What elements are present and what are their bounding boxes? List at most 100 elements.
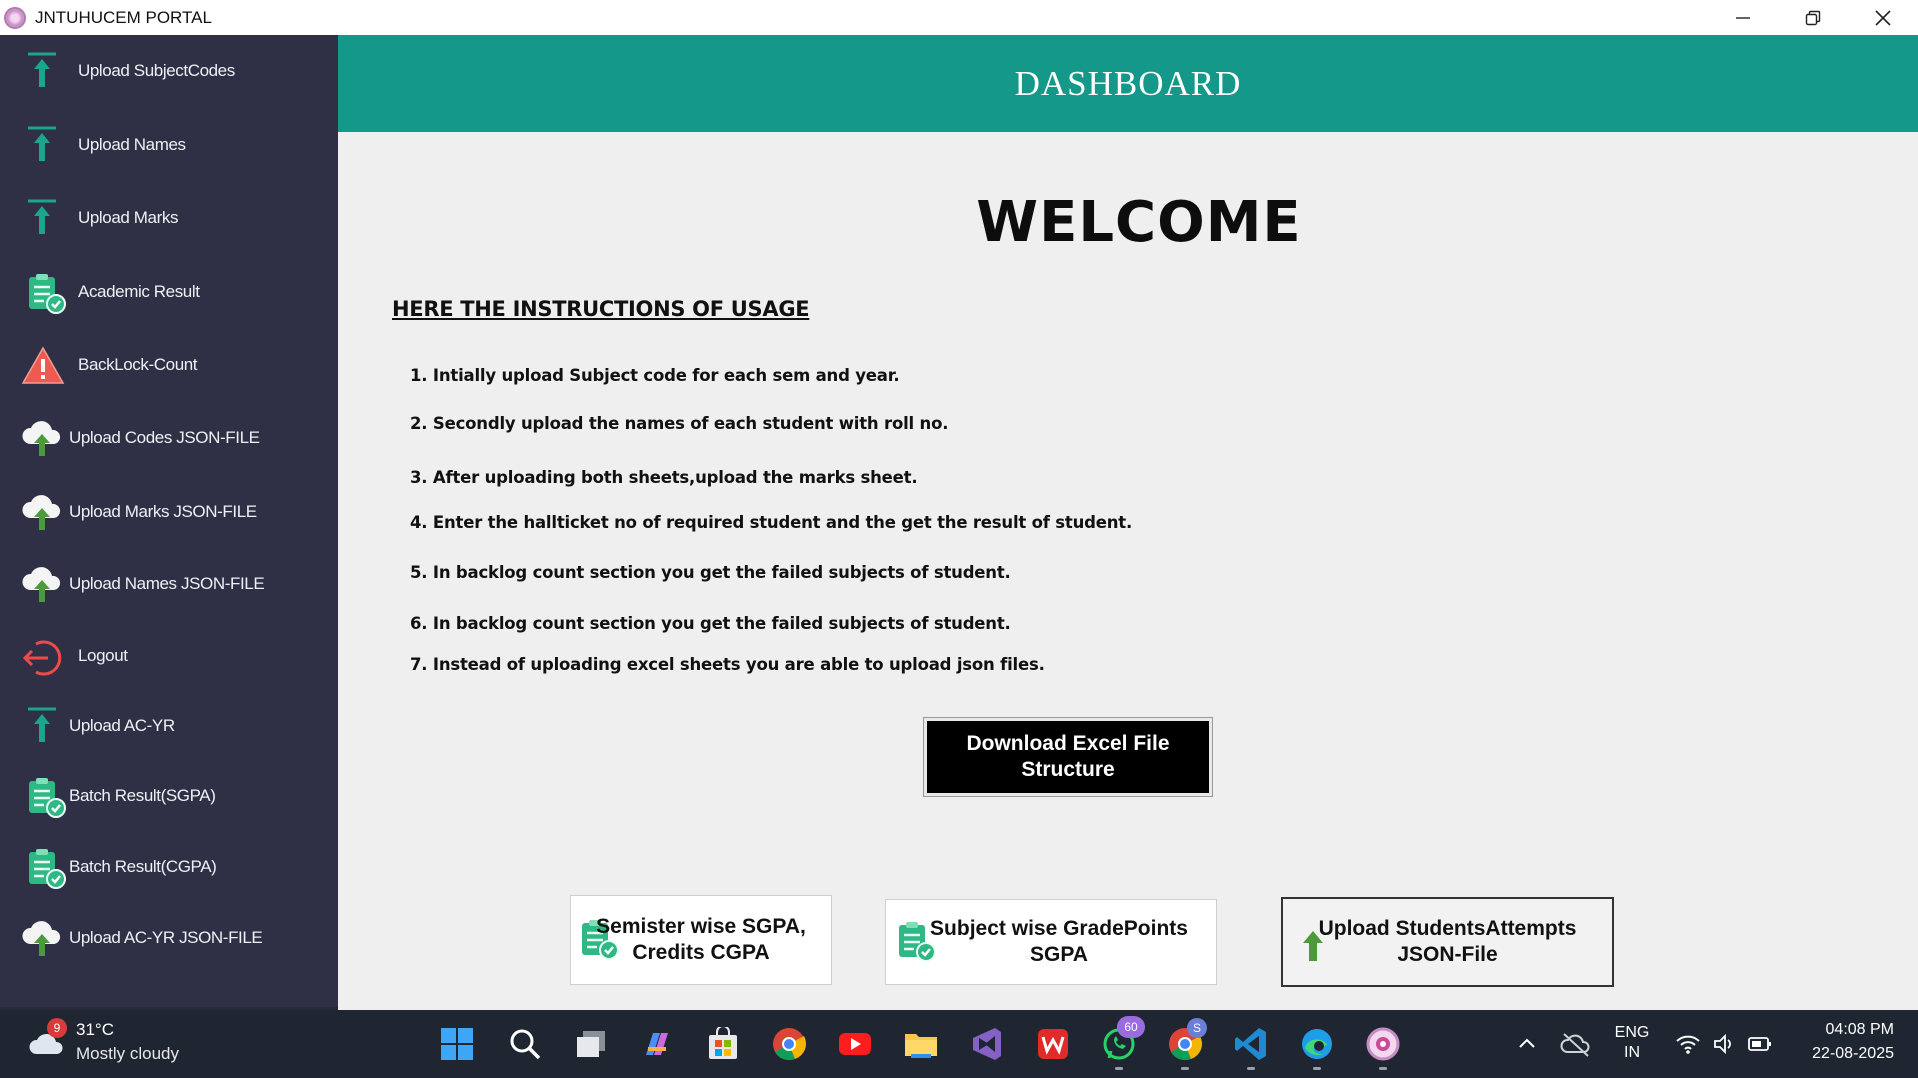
weather-temperature: 31°C bbox=[76, 1020, 114, 1039]
sidebar-item-batch-result-sgpa[interactable]: Batch Result(SGPA) bbox=[0, 766, 338, 826]
battery-icon bbox=[1748, 1037, 1772, 1051]
cloud-upload-icon bbox=[20, 918, 64, 958]
welcome-heading: WELCOME bbox=[976, 190, 1302, 255]
show-hidden-icons-button[interactable] bbox=[1507, 1024, 1547, 1064]
window-title: JNTUHUCEM PORTAL bbox=[35, 7, 212, 27]
cloud-upload-icon bbox=[20, 492, 64, 532]
instruction-item: 6. In backlog count section you get the … bbox=[410, 614, 1011, 633]
network-volume-battery-button[interactable] bbox=[1669, 1024, 1779, 1064]
visual-studio-button[interactable] bbox=[967, 1024, 1007, 1064]
download-excel-structure-button[interactable]: Download Excel File Structure bbox=[923, 717, 1213, 797]
title-bar: JNTUHUCEM PORTAL bbox=[0, 0, 1918, 35]
folder-icon bbox=[905, 1034, 937, 1058]
upload-arrow-icon bbox=[24, 198, 60, 238]
sidebar-item-upload-marks[interactable]: Upload Marks bbox=[0, 188, 338, 248]
sidebar-item-label: Logout bbox=[78, 646, 128, 665]
instruction-item: 1. Intially upload Subject code for each… bbox=[410, 366, 900, 385]
sidebar-item-upload-subjectcodes[interactable]: Upload SubjectCodes bbox=[0, 41, 338, 101]
button-label: Download Excel File Structure bbox=[966, 731, 1169, 783]
app-logo-icon bbox=[4, 6, 26, 29]
app-logo-icon bbox=[1366, 1027, 1400, 1061]
sidebar-item-batch-result-cgpa[interactable]: Batch Result(CGPA) bbox=[0, 837, 338, 897]
sidebar-item-backlock-count[interactable]: BackLock-Count bbox=[0, 335, 338, 395]
sidebar-item-label: Upload Marks JSON-FILE bbox=[69, 502, 257, 521]
sidebar-item-label: Upload AC-YR bbox=[69, 716, 175, 735]
instruction-item: 4. Enter the hallticket no of required s… bbox=[410, 513, 1133, 532]
chrome-profile-button[interactable]: S bbox=[1165, 1018, 1207, 1070]
vscode-icon bbox=[1235, 1028, 1266, 1060]
button-label-line: Credits CGPA bbox=[632, 941, 770, 964]
minimize-button[interactable] bbox=[1708, 0, 1778, 35]
wps-office-button[interactable] bbox=[1033, 1024, 1073, 1064]
copilot-icon bbox=[646, 1033, 668, 1055]
sidebar-item-label: Batch Result(SGPA) bbox=[69, 786, 216, 805]
sidebar-item-upload-names-json[interactable]: Upload Names JSON-FILE bbox=[0, 554, 338, 614]
sidebar-item-label: Upload Marks bbox=[78, 208, 179, 227]
language-indicator[interactable]: ENG IN bbox=[1612, 1023, 1652, 1063]
window-controls bbox=[1708, 0, 1918, 35]
upload-arrow-icon bbox=[24, 706, 60, 746]
sidebar-item-label: Academic Result bbox=[78, 282, 200, 301]
warning-icon bbox=[20, 345, 66, 387]
task-view-button[interactable] bbox=[571, 1024, 611, 1064]
edge-button[interactable] bbox=[1297, 1024, 1337, 1070]
running-indicator bbox=[1313, 1067, 1321, 1070]
instructions-heading: HERE THE INSTRUCTIONS OF USAGE bbox=[392, 297, 810, 321]
jntuhucem-portal-button[interactable] bbox=[1363, 1024, 1403, 1070]
clipboard-check-icon bbox=[26, 776, 66, 818]
page-title: DASHBOARD bbox=[1014, 63, 1242, 103]
button-label: Semister wise SGPA, Credits CGPA bbox=[596, 914, 806, 966]
button-label-line: SGPA bbox=[1030, 943, 1088, 966]
sidebar-item-upload-acyr-json[interactable]: Upload AC-YR JSON-FILE bbox=[0, 908, 338, 968]
chrome-button[interactable] bbox=[769, 1024, 809, 1064]
sidebar-item-logout[interactable]: Logout bbox=[0, 626, 338, 686]
whatsapp-button[interactable]: 60 bbox=[1099, 1016, 1145, 1070]
button-label-line: Structure bbox=[1021, 758, 1115, 781]
volume-icon bbox=[1714, 1033, 1731, 1055]
sidebar-item-academic-result[interactable]: Academic Result bbox=[0, 262, 338, 322]
file-explorer-button[interactable] bbox=[901, 1024, 941, 1064]
whatsapp-badge: 60 bbox=[1117, 1016, 1145, 1038]
clock[interactable]: 04:08 PM 22-08-2025 bbox=[1812, 1018, 1894, 1066]
semester-wise-sgpa-button[interactable]: Semister wise SGPA, Credits CGPA bbox=[570, 895, 832, 985]
running-indicator bbox=[1181, 1067, 1189, 1070]
copilot-button[interactable] bbox=[637, 1024, 677, 1064]
upload-students-attempts-button[interactable]: Upload StudentsAttempts JSON-File bbox=[1281, 897, 1614, 987]
button-label-line: Upload StudentsAttempts bbox=[1318, 917, 1577, 940]
minimize-icon bbox=[1736, 16, 1750, 19]
chrome-icon bbox=[773, 1028, 807, 1061]
edge-icon bbox=[1302, 1029, 1332, 1059]
subject-wise-gradepoints-button[interactable]: Subject wise GradePoints SGPA bbox=[885, 899, 1217, 985]
cloud-offline-icon bbox=[1560, 1033, 1590, 1057]
cloud-upload-icon bbox=[20, 418, 64, 458]
microsoft-store-button[interactable] bbox=[703, 1024, 743, 1064]
button-label-line: JSON-File bbox=[1397, 943, 1498, 966]
weather-description: Mostly cloudy bbox=[76, 1044, 179, 1063]
weather-badge: 9 bbox=[47, 1018, 67, 1038]
start-button[interactable] bbox=[437, 1024, 477, 1064]
sidebar-item-upload-acyr[interactable]: Upload AC-YR bbox=[0, 696, 338, 756]
sidebar-item-label: Upload Names bbox=[78, 135, 186, 154]
sidebar-item-label: Upload Codes JSON-FILE bbox=[69, 428, 260, 447]
restore-button[interactable] bbox=[1778, 0, 1848, 35]
running-indicator bbox=[1115, 1067, 1123, 1070]
language-line: ENG bbox=[1614, 1024, 1650, 1041]
youtube-button[interactable] bbox=[835, 1024, 875, 1064]
close-button[interactable] bbox=[1848, 0, 1918, 35]
sidebar-item-upload-codes-json[interactable]: Upload Codes JSON-FILE bbox=[0, 408, 338, 468]
instruction-item: 2. Secondly upload the names of each stu… bbox=[410, 414, 949, 433]
button-label-line: Subject wise GradePoints bbox=[930, 917, 1188, 940]
sidebar-item-upload-marks-json[interactable]: Upload Marks JSON-FILE bbox=[0, 482, 338, 542]
logout-icon bbox=[20, 636, 64, 680]
profile-badge: S bbox=[1187, 1018, 1207, 1038]
onedrive-button[interactable] bbox=[1556, 1024, 1596, 1064]
store-icon bbox=[709, 1027, 737, 1059]
restore-icon bbox=[1805, 10, 1821, 25]
button-label: Upload StudentsAttempts JSON-File bbox=[1319, 916, 1577, 968]
search-icon bbox=[510, 1029, 541, 1060]
search-button[interactable] bbox=[505, 1024, 545, 1064]
clipboard-check-icon bbox=[26, 847, 66, 889]
vscode-button[interactable] bbox=[1231, 1024, 1271, 1070]
sidebar-item-upload-names[interactable]: Upload Names bbox=[0, 115, 338, 175]
button-label-line: Semister wise SGPA, bbox=[596, 915, 806, 938]
